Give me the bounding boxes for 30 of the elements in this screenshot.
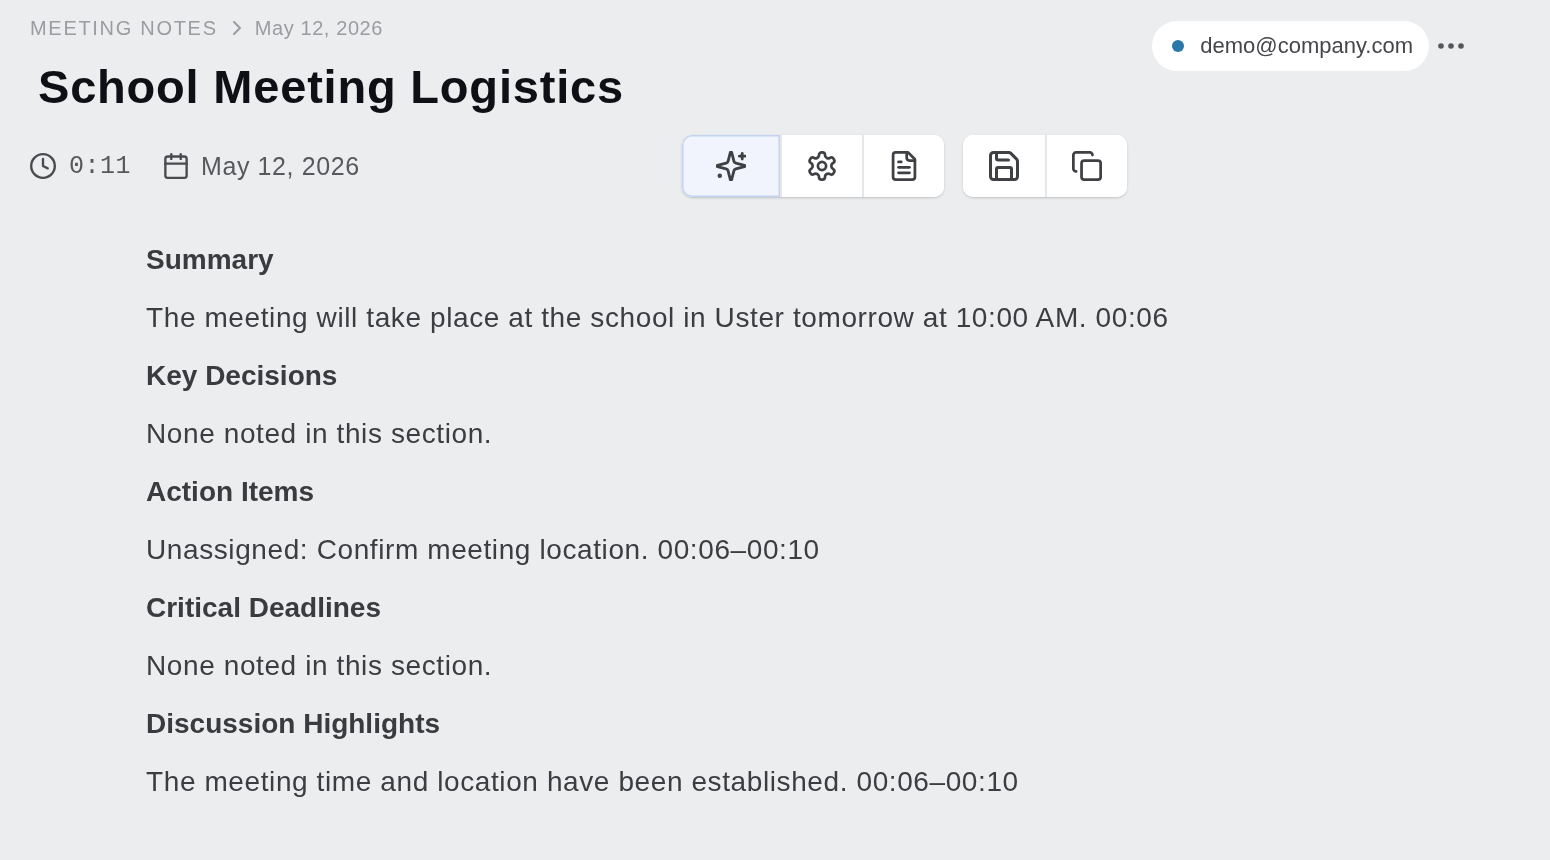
page-title: School Meeting Logistics	[38, 59, 624, 115]
settings-button[interactable]	[780, 135, 862, 197]
more-button[interactable]	[1438, 43, 1464, 49]
breadcrumb-current: May 12, 2026	[254, 16, 384, 40]
section-heading: Discussion Highlights	[146, 707, 441, 741]
calendar-icon	[164, 153, 188, 179]
date-text: May 12, 2026	[201, 151, 360, 181]
save-button[interactable]	[963, 135, 1045, 197]
section-text: None noted in this section.	[146, 417, 493, 451]
settings-icon	[807, 151, 837, 181]
duration-text: 0:11	[69, 151, 131, 181]
clock-icon	[30, 153, 56, 179]
section-text: The meeting will take place at the school in Uster tomorrow at 10:00 AM. 00:06	[146, 301, 1169, 335]
status-dot-icon	[1172, 40, 1185, 52]
section-text: Unassigned: Confirm meeting location. 00:06–00:10	[146, 533, 820, 567]
document-icon	[889, 151, 919, 181]
account-button[interactable]: demo@company.com	[1152, 21, 1429, 71]
copy-icon	[1072, 151, 1102, 181]
section-heading: Summary	[146, 243, 274, 277]
sparkle-icon	[716, 151, 746, 181]
copy-button[interactable]	[1045, 135, 1127, 197]
more-icon	[1438, 43, 1464, 49]
section-heading: Action Items	[146, 475, 315, 509]
document-button[interactable]	[862, 135, 944, 197]
section-text: None noted in this section.	[146, 649, 493, 683]
sparkle-button[interactable]	[682, 135, 780, 197]
section-heading: Critical Deadlines	[146, 591, 381, 625]
section-text: The meeting time and location have been established. 00:06–00:10	[146, 765, 1019, 799]
section-heading: Key Decisions	[146, 359, 338, 393]
chevron-right-icon	[232, 21, 241, 35]
